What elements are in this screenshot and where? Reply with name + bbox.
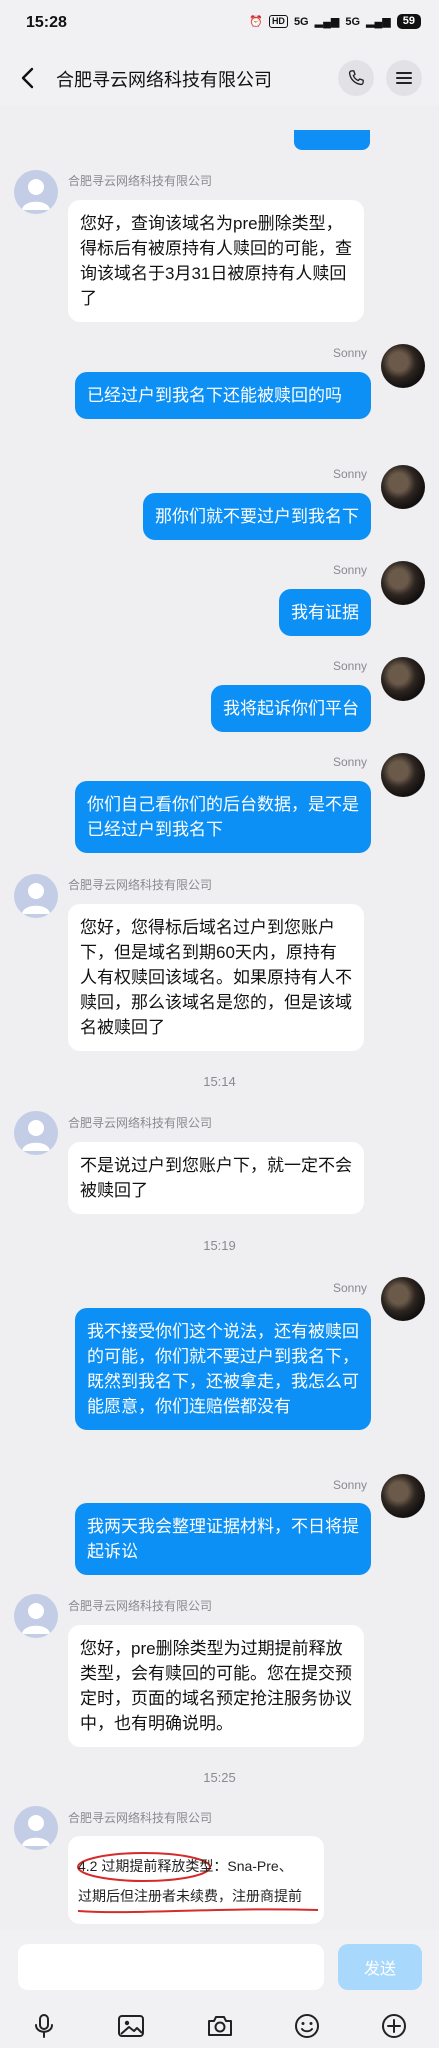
company-avatar[interactable]	[14, 1806, 58, 1850]
sender-name: Sonny	[332, 467, 367, 481]
signal-icon-2: ▂▄▆	[366, 16, 391, 28]
status-time: 15:28	[26, 14, 67, 31]
message-bubble[interactable]: 我有证据	[279, 589, 371, 636]
sender-name: 合肥寻云网络科技有限公司	[68, 1599, 213, 1613]
sender-name: Sonny	[332, 659, 367, 673]
status-bar: 15:28 ⏰ HD 5G ▂▄▆ 5G ▂▄▆ 59	[0, 0, 439, 50]
previous-message-bubble[interactable]	[294, 130, 370, 150]
menu-icon[interactable]	[386, 60, 422, 96]
plus-icon[interactable]	[378, 2010, 410, 2042]
message-bubble[interactable]: 那你们就不要过户到我名下	[143, 493, 371, 540]
user-avatar[interactable]	[381, 344, 425, 388]
camera-icon[interactable]	[204, 2010, 236, 2042]
user-avatar[interactable]	[381, 561, 425, 605]
message-bubble[interactable]: 您好，pre删除类型为过期提前释放类型，会有赎回的可能。您在提交预定时，页面的域…	[68, 1625, 364, 1747]
sender-name: Sonny	[332, 755, 367, 769]
sender-name: 合肥寻云网络科技有限公司	[68, 1811, 213, 1825]
message-bubble[interactable]: 您好，您得标后域名过户到您账户下，但是域名到期60天内，原持有人有权赎回该域名。…	[68, 904, 364, 1051]
input-toolbar	[0, 2002, 439, 2048]
sender-name: 合肥寻云网络科技有限公司	[68, 174, 213, 188]
signal-icon: ▂▄▆	[314, 16, 340, 28]
user-avatar[interactable]	[381, 1277, 425, 1321]
user-avatar[interactable]	[381, 1474, 425, 1518]
message-bubble[interactable]: 我两天我会整理证据材料，不日将提起诉讼	[75, 1503, 371, 1575]
signal-a-label: 5G	[293, 15, 309, 28]
message-input[interactable]	[18, 1944, 324, 1990]
microphone-icon[interactable]	[28, 2010, 60, 2042]
user-avatar[interactable]	[381, 657, 425, 701]
battery-level: 59	[396, 14, 421, 29]
sender-name: Sonny	[332, 563, 367, 577]
user-avatar[interactable]	[381, 753, 425, 797]
image-icon[interactable]	[115, 2010, 147, 2042]
chat-title: 合肥寻云网络科技有限公司	[56, 70, 272, 90]
phone-icon[interactable]	[338, 60, 374, 96]
sender-name: 合肥寻云网络科技有限公司	[68, 878, 213, 892]
sender-name: 合肥寻云网络科技有限公司	[68, 1116, 213, 1130]
timestamp: 15:14	[203, 1074, 236, 1089]
company-avatar[interactable]	[14, 170, 58, 214]
image-text-line: 4.2 过期提前释放类型：Sna-Pre、	[78, 1858, 293, 1874]
message-bubble[interactable]: 您好，查询该域名为pre删除类型，得标后有被原持有人赎回的可能，查询该域名于3月…	[68, 200, 364, 322]
signal-b-label: 5G	[345, 15, 361, 28]
sender-name: Sonny	[332, 1281, 367, 1295]
image-text-line: 过期后但注册者未续费，注册商提前	[78, 1888, 302, 1904]
hd-badge: HD	[268, 15, 288, 28]
send-button[interactable]: 发送	[338, 1944, 422, 1990]
status-icons: ⏰ HD 5G ▂▄▆ 5G ▂▄▆ 59	[249, 14, 421, 29]
message-bubble[interactable]: 我不接受你们这个说法，还有被赎回的可能，你们就不要过户到我名下，既然到我名下，还…	[75, 1308, 371, 1430]
red-underline-annotation	[77, 1908, 319, 1914]
alarm-icon: ⏰	[249, 16, 263, 28]
company-avatar[interactable]	[14, 1594, 58, 1638]
message-bubble[interactable]: 我将起诉你们平台	[211, 685, 371, 732]
message-bubble[interactable]: 不是说过户到您账户下，就一定不会被赎回了	[68, 1142, 364, 1214]
input-bar: 发送	[0, 1930, 439, 2048]
sender-name: Sonny	[332, 346, 367, 360]
image-message[interactable]: 4.2 过期提前释放类型：Sna-Pre、 过期后但注册者未续费，注册商提前	[68, 1836, 324, 1924]
sender-name: Sonny	[332, 1478, 367, 1492]
company-avatar[interactable]	[14, 1111, 58, 1155]
timestamp: 15:25	[203, 1770, 236, 1785]
chat-header: 合肥寻云网络科技有限公司	[0, 50, 439, 106]
back-arrow-icon[interactable]	[14, 64, 42, 92]
emoji-icon[interactable]	[291, 2010, 323, 2042]
message-bubble[interactable]: 你们自己看你们的后台数据，是不是已经过户到我名下	[75, 781, 371, 853]
timestamp: 15:19	[203, 1238, 236, 1253]
message-bubble[interactable]: 已经过户到我名下还能被赎回的吗	[75, 372, 371, 419]
user-avatar[interactable]	[381, 465, 425, 509]
company-avatar[interactable]	[14, 874, 58, 918]
